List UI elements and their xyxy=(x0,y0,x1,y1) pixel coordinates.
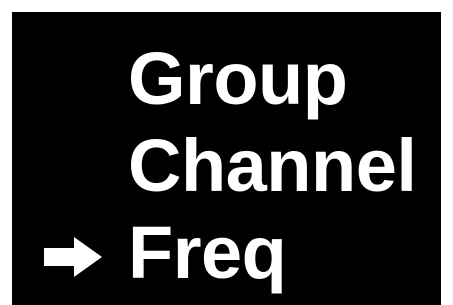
menu-item-label: Freq xyxy=(128,211,287,294)
menu-item-group[interactable]: Group xyxy=(12,42,441,132)
device-display: Group Channel Freq xyxy=(12,12,441,305)
menu-item-label: Channel xyxy=(128,124,417,207)
menu-item-freq[interactable]: Freq xyxy=(12,216,441,305)
right-arrow-icon xyxy=(44,237,102,277)
menu-item-channel[interactable]: Channel xyxy=(12,129,441,219)
menu-item-label: Group xyxy=(128,37,348,120)
